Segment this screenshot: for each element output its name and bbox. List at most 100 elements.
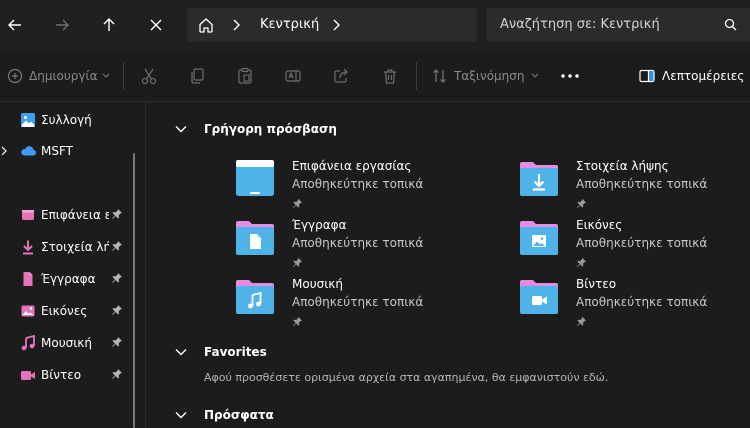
details-label: Λεπτομέρειες — [662, 69, 745, 83]
item-status: Αποθηκεύτηκε τοπικά — [292, 236, 424, 250]
rename-button[interactable] — [284, 66, 302, 86]
item-name: Στοιχεία λήψης — [576, 159, 669, 173]
sort-button[interactable]: Ταξινόμηση — [432, 66, 539, 86]
sidebar-item-pictures[interactable]: Εικόνες — [0, 298, 130, 324]
plus-circle-icon — [7, 68, 23, 84]
new-button[interactable]: Δημιουργία — [7, 66, 110, 86]
item-status: Αποθηκεύτηκε τοπικά — [292, 177, 424, 191]
sidebar-item-msft[interactable]: MSFT — [0, 138, 130, 164]
desktop-icon — [22, 210, 34, 220]
sidebar-item-label: Βίντεο — [41, 368, 82, 382]
item-name: Βίντεο — [576, 277, 617, 291]
sidebar-item-label: MSFT — [41, 144, 73, 158]
content-area: Γρήγορη πρόσβαση Επιφάνεια εργασίας Αποθ… — [147, 103, 750, 428]
pin-icon[interactable] — [111, 240, 123, 252]
navigation-pane: Συλλογή MSFT Επιφάνεια ερ Στοιχεία λήψ Έ… — [0, 103, 146, 428]
chevron-right-icon[interactable] — [331, 18, 341, 32]
item-status: Αποθηκεύτηκε τοπικά — [576, 177, 708, 191]
close-icon — [150, 19, 162, 31]
sidebar-item-label: Εικόνες — [41, 304, 88, 318]
divider — [416, 62, 417, 90]
home-icon[interactable] — [197, 16, 215, 34]
section-title: Πρόσφατα — [204, 408, 274, 422]
chevron-down-icon — [175, 412, 187, 419]
breadcrumb[interactable]: Κεντρική — [260, 16, 319, 34]
quick-access-item[interactable]: Επιφάνεια εργασίας Αποθηκεύτηκε τοπικά — [235, 158, 495, 214]
item-name: Έγγραφα — [292, 218, 347, 232]
details-pane-icon — [639, 69, 655, 83]
item-name: Επιφάνεια εργασίας — [292, 159, 412, 173]
forward-button[interactable] — [47, 10, 77, 40]
chevron-right-icon[interactable] — [231, 18, 241, 32]
pictures-folder-icon — [520, 221, 558, 255]
cut-button[interactable] — [140, 66, 158, 86]
gallery-icon — [21, 113, 35, 127]
sort-label: Ταξινόμηση — [454, 69, 525, 83]
close-button[interactable] — [141, 10, 171, 40]
address-bar[interactable]: Κεντρική — [187, 8, 477, 42]
details-button[interactable]: Λεπτομέρειες — [639, 66, 744, 86]
sidebar-item-music[interactable]: Μουσική — [0, 330, 130, 356]
desktop-folder-icon — [236, 160, 274, 196]
pin-icon — [576, 198, 587, 209]
section-title: Γρήγορη πρόσβαση — [204, 122, 337, 136]
item-status: Αποθηκεύτηκε τοπικά — [292, 295, 424, 309]
pin-icon — [292, 257, 303, 268]
quick-access-item[interactable]: Βίντεο Αποθηκεύτηκε τοπικά — [519, 276, 750, 332]
section-title: Favorites — [204, 345, 267, 359]
videos-icon — [21, 371, 35, 380]
share-button[interactable] — [332, 66, 350, 86]
pin-icon — [292, 198, 303, 209]
rename-icon — [285, 70, 301, 82]
arrow-up-icon — [103, 18, 115, 31]
navigation-bar: Κεντρική Αναζήτηση σε: Κεντρική — [0, 0, 750, 50]
chevron-down-icon — [175, 126, 187, 133]
search-placeholder: Αναζήτηση σε: Κεντρική — [500, 17, 660, 32]
more-horizontal-icon — [561, 74, 579, 78]
delete-button[interactable] — [381, 66, 399, 86]
sidebar-scrollbar[interactable] — [133, 153, 135, 428]
pin-icon[interactable] — [111, 336, 123, 348]
sidebar-item-label: Μουσική — [41, 336, 92, 350]
new-label: Δημιουργία — [29, 69, 98, 83]
sidebar-item-downloads[interactable]: Στοιχεία λήψ — [0, 234, 130, 260]
documents-icon — [23, 272, 33, 286]
chevron-right-icon[interactable] — [0, 146, 8, 156]
clipboard-icon — [238, 67, 252, 84]
music-folder-icon — [236, 280, 274, 314]
documents-folder-icon — [236, 221, 274, 255]
search-icon — [724, 18, 737, 31]
divider — [123, 62, 124, 90]
quick-access-item[interactable]: Έγγραφα Αποθηκεύτηκε τοπικά — [235, 217, 495, 273]
chevron-down-icon — [531, 73, 538, 78]
pin-icon — [576, 257, 587, 268]
pin-icon[interactable] — [111, 272, 123, 284]
pin-icon — [576, 316, 587, 327]
more-options-button[interactable] — [560, 66, 580, 86]
sidebar-item-documents[interactable]: Έγγραφα — [0, 266, 130, 292]
trash-icon — [384, 69, 396, 84]
copy-button[interactable] — [188, 66, 206, 86]
item-name: Εικόνες — [576, 218, 623, 232]
copy-icon — [191, 68, 204, 84]
downloads-icon — [23, 240, 33, 255]
sidebar-item-label: Επιφάνεια ερ — [41, 208, 109, 222]
scissors-icon — [141, 68, 157, 85]
quick-access-item[interactable]: Στοιχεία λήψης Αποθηκεύτηκε τοπικά — [519, 158, 750, 214]
sidebar-item-videos[interactable]: Βίντεο — [0, 362, 130, 388]
chevron-down-icon — [103, 73, 110, 78]
videos-folder-icon — [520, 280, 558, 314]
search-input[interactable]: Αναζήτηση σε: Κεντρική — [486, 8, 750, 42]
quick-access-item[interactable]: Μουσική Αποθηκεύτηκε τοπικά — [235, 276, 495, 332]
onedrive-cloud-icon — [21, 146, 36, 156]
quick-access-item[interactable]: Εικόνες Αποθηκεύτηκε τοπικά — [519, 217, 750, 273]
paste-button[interactable] — [236, 66, 254, 86]
pin-icon[interactable] — [111, 368, 123, 380]
sidebar-item-desktop[interactable]: Επιφάνεια ερ — [0, 202, 130, 228]
up-button[interactable] — [94, 10, 124, 40]
back-button[interactable] — [0, 10, 30, 40]
pin-icon[interactable] — [111, 208, 123, 220]
sidebar-item-gallery[interactable]: Συλλογή — [0, 107, 130, 133]
command-bar: Δημιουργία Ταξινόμηση Λεπτομέρειες — [0, 50, 750, 102]
pin-icon[interactable] — [111, 304, 123, 316]
